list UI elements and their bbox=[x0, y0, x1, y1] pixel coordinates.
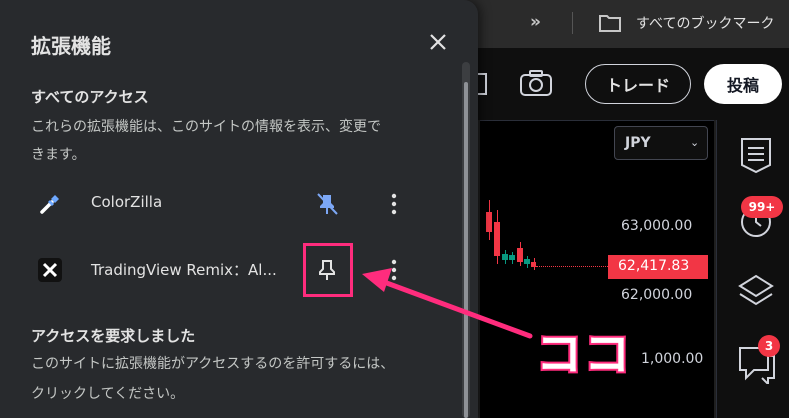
price-label: 62,000.00 bbox=[621, 287, 693, 303]
unpin-icon[interactable] bbox=[312, 189, 342, 219]
annotation-label: ココ bbox=[534, 325, 632, 383]
all-access-heading: すべてのアクセス bbox=[31, 88, 149, 106]
all-access-description: きます。 bbox=[31, 147, 86, 163]
close-icon[interactable] bbox=[426, 30, 450, 54]
candle bbox=[517, 248, 523, 262]
crop-icon[interactable] bbox=[476, 70, 494, 102]
post-button[interactable]: 投稿 bbox=[704, 64, 782, 104]
scrollbar-thumb[interactable] bbox=[464, 82, 468, 418]
candle bbox=[486, 212, 492, 232]
toolbar-divider bbox=[572, 12, 573, 34]
request-access-description: クリックしてください。 bbox=[31, 386, 185, 402]
trade-button[interactable]: トレード bbox=[585, 64, 691, 104]
candle bbox=[524, 259, 530, 264]
more-vert-icon[interactable] bbox=[384, 255, 404, 285]
candle bbox=[494, 222, 500, 256]
watchlist-icon[interactable] bbox=[739, 136, 773, 178]
candle bbox=[502, 254, 508, 260]
layers-icon[interactable] bbox=[736, 272, 776, 314]
tradingview-remix-icon bbox=[38, 258, 62, 286]
popup-scrollbar[interactable] bbox=[462, 62, 470, 418]
extension-row-colorzilla[interactable]: ColorZilla bbox=[20, 179, 440, 229]
eyedropper-icon bbox=[38, 192, 62, 220]
camera-icon[interactable] bbox=[518, 68, 554, 102]
chat-badge: 3 bbox=[758, 335, 780, 357]
notification-badge: 99+ bbox=[741, 196, 783, 218]
candle bbox=[509, 255, 515, 260]
all-bookmarks-button[interactable]: すべてのブックマーク bbox=[636, 13, 774, 33]
chevron-down-icon: ⌄ bbox=[690, 136, 700, 149]
extensions-popup: 拡張機能 すべてのアクセス これらの拡張機能は、このサイトの情報を表示、変更で … bbox=[0, 0, 478, 418]
all-access-description: これらの拡張機能は、このサイトの情報を表示、変更で bbox=[31, 119, 381, 135]
extension-name: TradingView Remix：Al... bbox=[91, 261, 277, 279]
pin-highlight-box bbox=[303, 243, 353, 297]
popup-title: 拡張機能 bbox=[31, 34, 111, 58]
price-label: 1,000.00 bbox=[641, 351, 704, 367]
overflow-chevron-icon[interactable]: » bbox=[530, 12, 541, 32]
extension-row-tradingview-remix[interactable]: TradingView Remix：Al... bbox=[20, 245, 440, 295]
current-price-badge: 62,417.83 bbox=[608, 255, 708, 279]
request-access-heading: アクセスを要求しました bbox=[31, 327, 196, 345]
current-price-line bbox=[536, 266, 608, 267]
more-vert-icon[interactable] bbox=[384, 189, 404, 219]
extension-name: ColorZilla bbox=[91, 193, 163, 211]
candle bbox=[531, 262, 536, 267]
price-label: 63,000.00 bbox=[621, 218, 693, 234]
request-access-description: このサイトに拡張機能がアクセスするのを許可するには、 bbox=[31, 356, 395, 372]
folder-icon[interactable] bbox=[598, 13, 622, 37]
